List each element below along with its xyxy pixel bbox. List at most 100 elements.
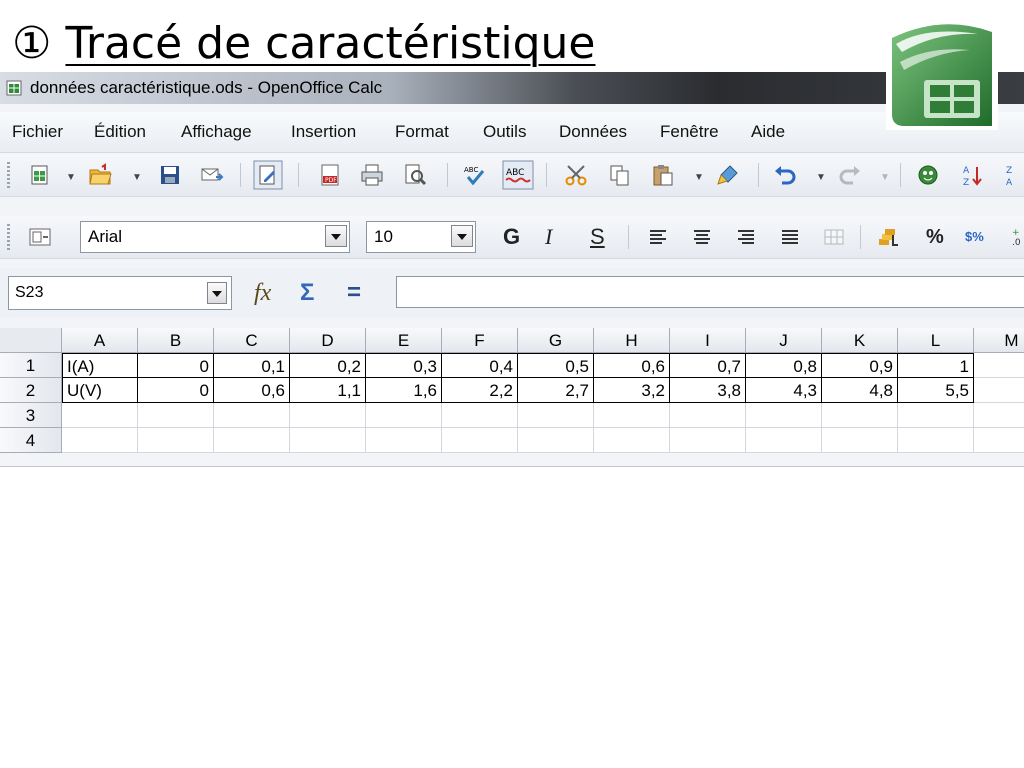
column-header-d[interactable]: D xyxy=(290,328,366,353)
formula-input[interactable] xyxy=(396,276,1024,308)
cell-d4[interactable] xyxy=(290,428,366,453)
cell-j1[interactable]: 0,8 xyxy=(746,353,822,378)
column-header-a[interactable]: A xyxy=(62,328,138,353)
styles-formatting-icon[interactable] xyxy=(28,225,52,249)
cell-g2[interactable]: 2,7 xyxy=(518,378,594,403)
cell-i4[interactable] xyxy=(670,428,746,453)
cell-f1[interactable]: 0,4 xyxy=(442,353,518,378)
window-titlebar[interactable]: données caractéristique.ods - OpenOffice… xyxy=(0,72,1024,104)
save-icon[interactable] xyxy=(158,163,182,187)
cell-f4[interactable] xyxy=(442,428,518,453)
cell-d1[interactable]: 0,2 xyxy=(290,353,366,378)
font-name-dropdown-icon[interactable] xyxy=(325,225,347,247)
cell-l4[interactable] xyxy=(898,428,974,453)
percent-format-button[interactable]: % xyxy=(926,222,944,252)
export-pdf-icon[interactable]: PDF xyxy=(318,163,342,187)
menu-donnees[interactable]: Données xyxy=(559,112,627,152)
paste-dropdown-chevron-icon[interactable]: ▼ xyxy=(694,172,704,183)
cell-f3[interactable] xyxy=(442,403,518,428)
menu-aide[interactable]: Aide xyxy=(751,112,785,152)
print-icon[interactable] xyxy=(360,163,384,187)
font-size-combo[interactable]: 10 xyxy=(366,221,476,253)
redo-icon[interactable] xyxy=(838,163,862,187)
paste-icon[interactable] xyxy=(651,163,675,187)
open-folder-icon[interactable] xyxy=(88,163,112,187)
column-header-j[interactable]: J xyxy=(746,328,822,353)
cell-e1[interactable]: 0,3 xyxy=(366,353,442,378)
spellcheck-icon[interactable]: ABC xyxy=(463,163,487,187)
cell-h4[interactable] xyxy=(594,428,670,453)
undo-dropdown-chevron-icon[interactable]: ▼ xyxy=(816,172,826,183)
edit-file-icon[interactable] xyxy=(253,160,283,190)
underline-button[interactable]: S xyxy=(590,222,605,252)
cell-d3[interactable] xyxy=(290,403,366,428)
cell-a4[interactable] xyxy=(62,428,138,453)
toolbar-grip[interactable] xyxy=(7,162,10,188)
sort-descending-icon[interactable]: ZA xyxy=(1004,163,1024,187)
row-header-1[interactable]: 1 xyxy=(0,353,62,378)
cell-i1[interactable]: 0,7 xyxy=(670,353,746,378)
navigator-icon[interactable] xyxy=(916,163,940,187)
cell-d2[interactable]: 1,1 xyxy=(290,378,366,403)
column-header-m[interactable]: M xyxy=(974,328,1024,353)
cell-e2[interactable]: 1,6 xyxy=(366,378,442,403)
cell-g4[interactable] xyxy=(518,428,594,453)
cell-a1[interactable]: I(A) xyxy=(62,353,138,378)
column-header-h[interactable]: H xyxy=(594,328,670,353)
cut-icon[interactable] xyxy=(564,163,588,187)
cell-k3[interactable] xyxy=(822,403,898,428)
redo-dropdown-chevron-icon[interactable]: ▼ xyxy=(880,172,890,183)
cell-b2[interactable]: 0 xyxy=(138,378,214,403)
merge-cells-icon[interactable] xyxy=(822,225,846,249)
cell-m4[interactable] xyxy=(974,428,1024,453)
cell-c4[interactable] xyxy=(214,428,290,453)
cell-c1[interactable]: 0,1 xyxy=(214,353,290,378)
cell-l1[interactable]: 1 xyxy=(898,353,974,378)
function-wizard-icon[interactable]: fx xyxy=(254,278,271,308)
new-dropdown-chevron-icon[interactable]: ▼ xyxy=(66,172,76,183)
name-box-dropdown-icon[interactable] xyxy=(207,282,227,304)
column-header-g[interactable]: G xyxy=(518,328,594,353)
cell-a2[interactable]: U(V) xyxy=(62,378,138,403)
menu-fenetre[interactable]: Fenêtre xyxy=(660,112,719,152)
justify-icon[interactable] xyxy=(778,225,802,249)
menu-edition[interactable]: Édition xyxy=(94,112,146,152)
italic-button[interactable]: I xyxy=(545,222,552,252)
column-header-e[interactable]: E xyxy=(366,328,442,353)
column-header-i[interactable]: I xyxy=(670,328,746,353)
column-header-f[interactable]: F xyxy=(442,328,518,353)
cell-c2[interactable]: 0,6 xyxy=(214,378,290,403)
cell-m1[interactable] xyxy=(974,353,1024,378)
row-header-4[interactable]: 4 xyxy=(0,428,62,453)
cell-k2[interactable]: 4,8 xyxy=(822,378,898,403)
undo-icon[interactable] xyxy=(773,163,797,187)
menu-affichage[interactable]: Affichage xyxy=(181,112,252,152)
copy-icon[interactable] xyxy=(608,163,632,187)
column-header-k[interactable]: K xyxy=(822,328,898,353)
name-box[interactable]: S23 xyxy=(8,276,232,310)
toolbar-grip[interactable] xyxy=(7,224,10,250)
cell-c3[interactable] xyxy=(214,403,290,428)
align-right-icon[interactable] xyxy=(734,225,758,249)
column-header-l[interactable]: L xyxy=(898,328,974,353)
column-header-b[interactable]: B xyxy=(138,328,214,353)
cell-h3[interactable] xyxy=(594,403,670,428)
menu-fichier[interactable]: Fichier xyxy=(12,112,63,152)
open-dropdown-chevron-icon[interactable]: ▼ xyxy=(132,172,142,183)
row-header-2[interactable]: 2 xyxy=(0,378,62,403)
cell-m2[interactable] xyxy=(974,378,1024,403)
number-format-currency-icon[interactable] xyxy=(876,225,900,249)
cell-k4[interactable] xyxy=(822,428,898,453)
autospellcheck-icon[interactable]: ABC xyxy=(502,160,534,190)
cell-h2[interactable]: 3,2 xyxy=(594,378,670,403)
cell-e4[interactable] xyxy=(366,428,442,453)
cell-k1[interactable]: 0,9 xyxy=(822,353,898,378)
sum-icon[interactable]: Σ xyxy=(300,278,314,308)
cell-i2[interactable]: 3,8 xyxy=(670,378,746,403)
menu-outils[interactable]: Outils xyxy=(483,112,526,152)
bold-button[interactable]: G xyxy=(503,222,520,252)
cell-a3[interactable] xyxy=(62,403,138,428)
align-left-icon[interactable] xyxy=(646,225,670,249)
row-header-3[interactable]: 3 xyxy=(0,403,62,428)
cell-b3[interactable] xyxy=(138,403,214,428)
